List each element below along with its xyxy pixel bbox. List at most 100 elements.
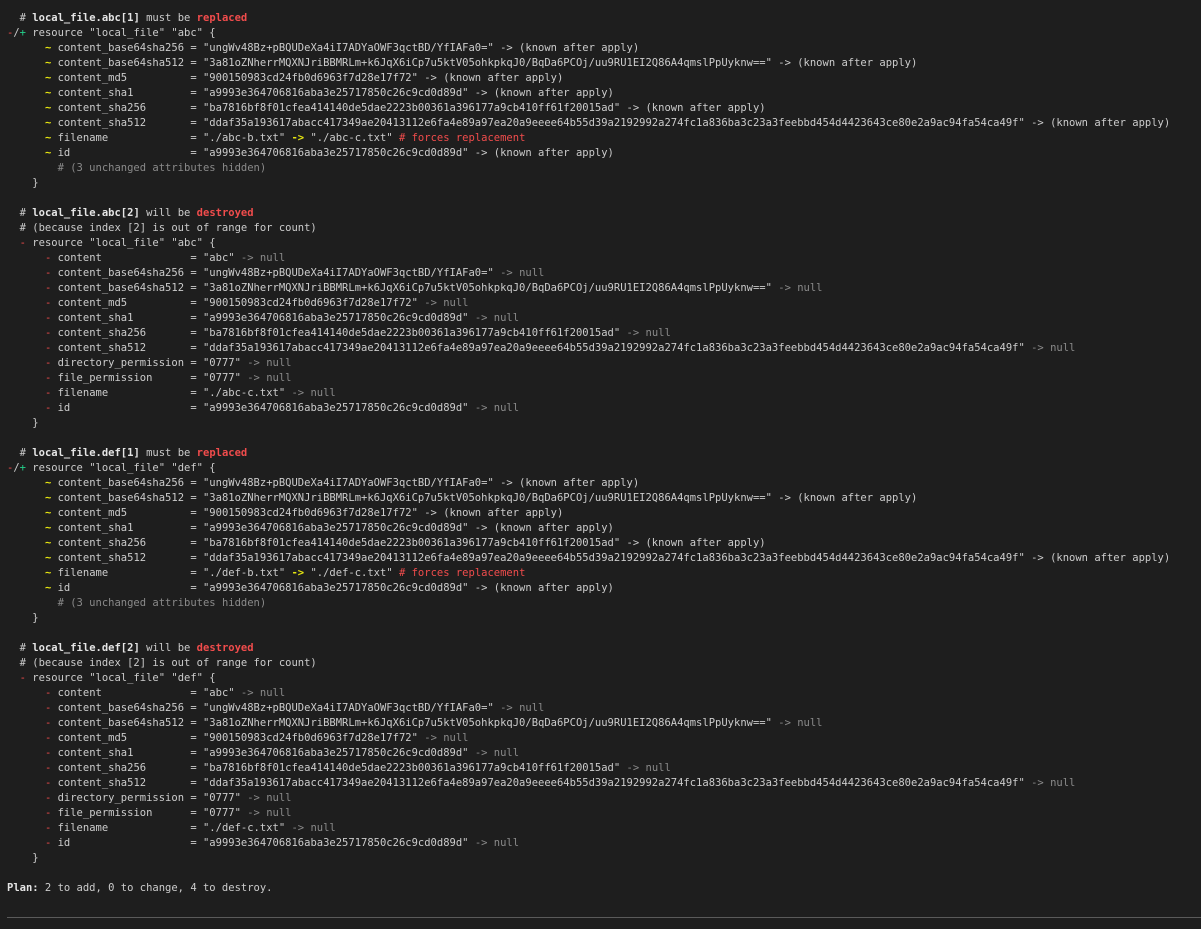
terminal-text: -> null xyxy=(500,267,545,279)
terminal-line: - content_sha256 = "ba7816bf8f01cfea4141… xyxy=(7,326,1201,341)
terminal-text: -> null xyxy=(291,822,336,834)
terminal-text: -> null xyxy=(778,717,823,729)
terminal-text: # forces replacement xyxy=(398,567,526,579)
terminal-line: - content = "abc" -> null xyxy=(7,686,1201,701)
terminal-text: local_file.abc[2] xyxy=(32,207,140,219)
terminal-line: } xyxy=(7,851,1201,866)
terminal-text: id = "a9993e364706816aba3e25717850c26c9c… xyxy=(51,837,475,849)
terminal-text: -> null xyxy=(424,297,469,309)
terminal-text: content_sha1 = "a9993e364706816aba3e2571… xyxy=(51,522,614,534)
terminal-line: ~ content_base64sha512 = "3a81oZNherrMQX… xyxy=(7,491,1201,506)
terminal-text: "./abc-c.txt" xyxy=(304,132,399,144)
terminal-text: filename = "./abc-b.txt" xyxy=(51,132,292,144)
terminal-line: - content_base64sha512 = "3a81oZNherrMQX… xyxy=(7,281,1201,296)
terminal-line: - directory_permission = "0777" -> null xyxy=(7,356,1201,371)
terminal-text: content_base64sha512 = "3a81oZNherrMQXNJ… xyxy=(51,717,779,729)
terminal-line: - content_base64sha256 = "ungWv48Bz+pBQU… xyxy=(7,266,1201,281)
terminal-text: will be xyxy=(139,642,197,654)
terminal-line: - content_sha256 = "ba7816bf8f01cfea4141… xyxy=(7,761,1201,776)
terminal-text: content_base64sha512 = "3a81oZNherrMQXNJ… xyxy=(51,492,918,504)
terminal-line: ~ content_sha1 = "a9993e364706816aba3e25… xyxy=(7,521,1201,536)
terminal-text: resource "local_file" "def" { xyxy=(25,672,216,684)
terminal-text: content_base64sha256 = "ungWv48Bz+pBQUDe… xyxy=(51,702,501,714)
terminal-text: destroyed xyxy=(196,207,254,219)
terminal-text: content_base64sha256 = "ungWv48Bz+pBQUDe… xyxy=(51,477,640,489)
terminal-line: ~ content_base64sha256 = "ungWv48Bz+pBQU… xyxy=(7,476,1201,491)
terminal-text: replaced xyxy=(196,447,248,459)
terminal-text: -> null xyxy=(240,687,286,699)
terminal-text: } xyxy=(7,177,39,189)
terminal-text: content_base64sha512 = "3a81oZNherrMQXNJ… xyxy=(51,282,779,294)
terminal-text: file_permission = "0777" xyxy=(51,807,248,819)
terminal-text: content_md5 = "900150983cd24fb0d6963f7d2… xyxy=(51,72,564,84)
terminal-text: must be xyxy=(139,447,197,459)
terminal-line: ~ content_sha512 = "ddaf35a193617abacc41… xyxy=(7,551,1201,566)
terminal-text: # (3 unchanged attributes hidden) xyxy=(57,162,267,174)
terminal-line: - content_sha1 = "a9993e364706816aba3e25… xyxy=(7,311,1201,326)
terminal-output[interactable]: # local_file.abc[1] must be replaced -/+ … xyxy=(0,0,1201,929)
terminal-line: - filename = "./def-c.txt" -> null xyxy=(7,821,1201,836)
terminal-text: -> null xyxy=(1031,342,1076,354)
terminal-text: content_sha1 = "a9993e364706816aba3e2571… xyxy=(51,87,614,99)
terminal-text: # xyxy=(7,207,33,219)
terminal-line: } xyxy=(7,611,1201,626)
terminal-text: -> null xyxy=(474,747,520,759)
terminal-text: content_base64sha512 = "3a81oZNherrMQXNJ… xyxy=(51,57,918,69)
terminal-text: -> null xyxy=(247,372,292,384)
terminal-line: # local_file.def[1] must be replaced xyxy=(7,446,1201,461)
terminal-text: -> null xyxy=(247,792,292,804)
terminal-text: resource "local_file" "abc" { xyxy=(25,237,216,249)
terminal-text: # xyxy=(7,12,33,24)
terminal-text: resource "local_file" "def" { xyxy=(25,462,216,474)
terminal-text: -> xyxy=(291,567,305,579)
terminal-text: "./def-c.txt" xyxy=(304,567,399,579)
terminal-line: - content_sha1 = "a9993e364706816aba3e25… xyxy=(7,746,1201,761)
terminal-text: directory_permission = "0777" xyxy=(51,357,248,369)
terminal-text: local_file.def[1] xyxy=(32,447,140,459)
terminal-line: # local_file.abc[2] will be destroyed xyxy=(7,206,1201,221)
terminal-line: -/+ resource "local_file" "abc" { xyxy=(7,26,1201,41)
terminal-line: - resource "local_file" "def" { xyxy=(7,671,1201,686)
terminal-text: local_file.def[2] xyxy=(32,642,140,654)
terminal-line: ~ content_sha512 = "ddaf35a193617abacc41… xyxy=(7,116,1201,131)
terminal-text: filename = "./abc-c.txt" xyxy=(51,387,292,399)
terminal-text: content_sha1 = "a9993e364706816aba3e2571… xyxy=(51,312,475,324)
terminal-text: -> xyxy=(291,132,305,144)
terminal-text: } xyxy=(7,417,39,429)
terminal-text: resource "local_file" "abc" { xyxy=(25,27,216,39)
terminal-text: filename = "./def-b.txt" xyxy=(51,567,292,579)
terminal-line: ~ content_md5 = "900150983cd24fb0d6963f7… xyxy=(7,71,1201,86)
terminal-text: } xyxy=(7,852,39,864)
terminal-text: # forces replacement xyxy=(398,132,526,144)
terminal-text: -> null xyxy=(424,732,469,744)
terminal-text: destroyed xyxy=(196,642,254,654)
terminal-line: } xyxy=(7,416,1201,431)
terminal-text: -> null xyxy=(240,252,286,264)
